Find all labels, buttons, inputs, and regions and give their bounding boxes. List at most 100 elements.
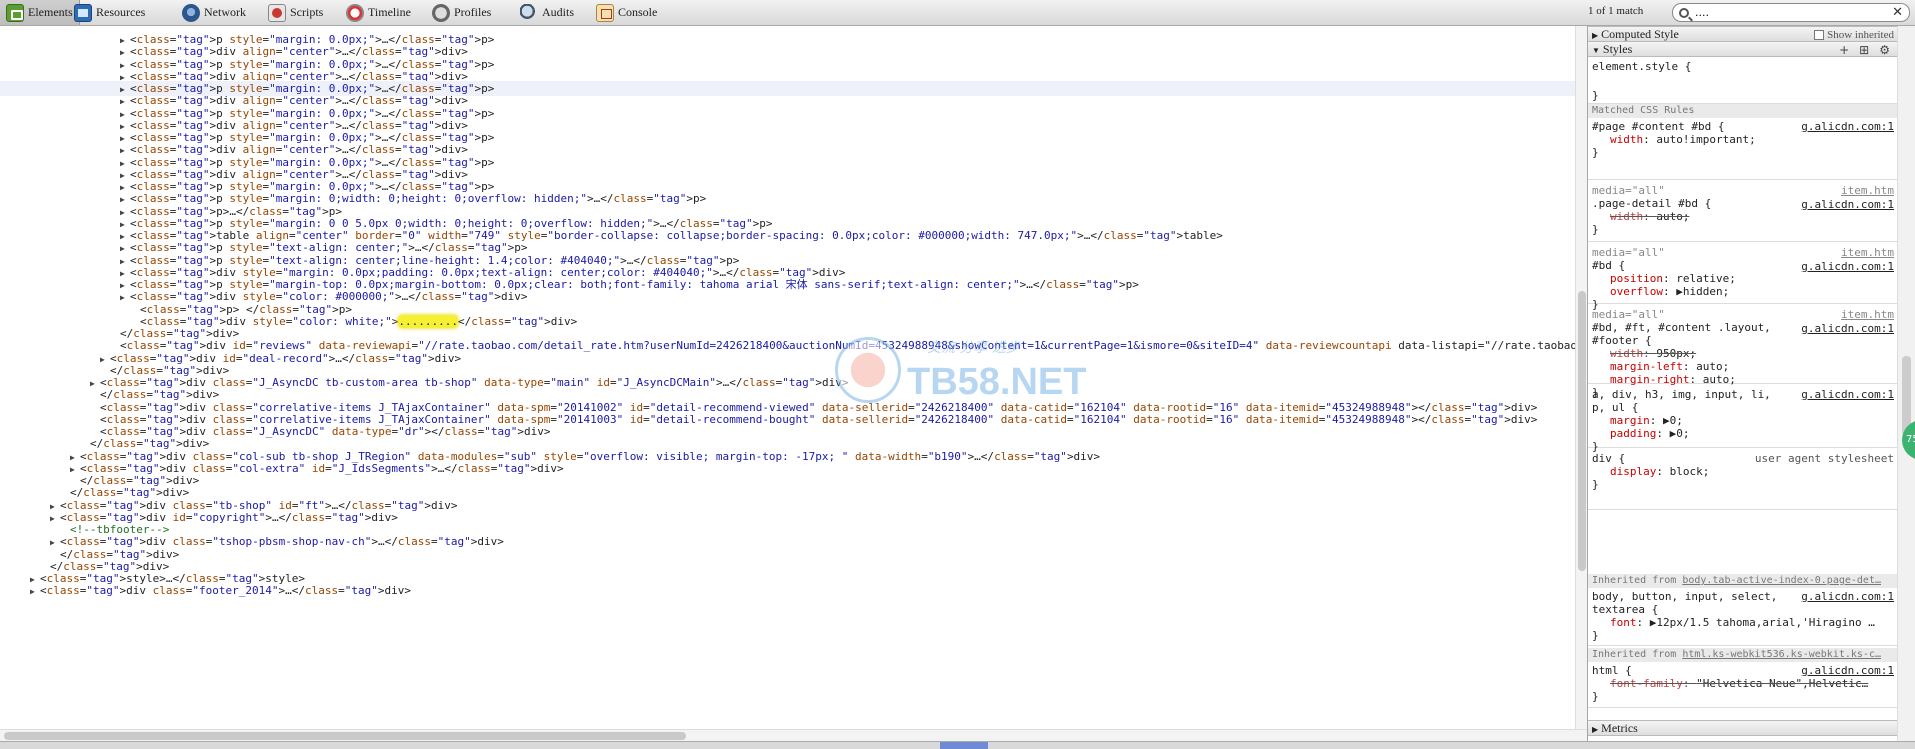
inherited-body-rule[interactable]: g.alicdn.com:1 body, button, input, sele… [1588, 588, 1897, 646]
inherited-from-html: Inherited from html.ks-webkit536.ks-webk… [1588, 648, 1897, 662]
audits-icon [520, 3, 538, 22]
user-agent-source: user agent stylesheet [1754, 452, 1894, 465]
inherited-from-body: Inherited from body.tab-active-index-0.p… [1588, 574, 1897, 588]
sidebar-scrollbar[interactable] [1897, 26, 1915, 741]
property-name[interactable]: margin-left [1610, 360, 1683, 373]
property-value[interactable]: 950px; [1656, 347, 1696, 360]
tab-audits[interactable]: Audits [514, 0, 580, 25]
rule-media-source[interactable]: item.htm [1841, 308, 1894, 321]
section-title: Styles [1602, 42, 1633, 56]
toggle-state-icon[interactable]: ⊞ [1859, 43, 1869, 57]
styles-sidebar: ▶ Computed Style Show inherited ▼ Styles +… [1587, 26, 1897, 741]
property-name[interactable]: margin-right [1610, 373, 1689, 386]
rule-source-link[interactable]: g.alicdn.com:1 [1801, 664, 1894, 677]
matched-rules-label: Matched CSS Rules [1588, 104, 1897, 118]
property-name[interactable]: width [1610, 133, 1643, 146]
css-rule[interactable]: g.alicdn.com:1 #page #content #bd {width:… [1588, 118, 1897, 180]
scroll-thumb[interactable] [4, 732, 686, 740]
inherited-html-rule[interactable]: g.alicdn.com:1 html { font-family: "Helv… [1588, 662, 1897, 708]
expand-triangle-icon: ▶ [1592, 725, 1599, 734]
search-input[interactable] [1695, 6, 1893, 19]
property-name[interactable]: width [1610, 347, 1643, 360]
inherited-source-link[interactable]: body.tab-active-index-0.page-det… [1682, 575, 1881, 586]
resources-icon [74, 3, 92, 22]
tab-profiles[interactable]: Profiles [426, 0, 497, 25]
network-icon [182, 3, 200, 22]
devtools-toolbar: Elements Resources Network Scripts Timel… [0, 0, 1915, 26]
property-value[interactable]: ▶0; [1670, 427, 1690, 440]
tab-console[interactable]: Console [590, 0, 663, 25]
timeline-icon [346, 3, 364, 22]
search-icon [1679, 7, 1689, 18]
property-name[interactable]: position [1610, 272, 1663, 285]
search-box[interactable]: ✕ [1672, 3, 1910, 22]
tab-label: Resources [96, 5, 146, 19]
dom-horizontal-scrollbar[interactable] [0, 729, 1587, 741]
property-name[interactable]: font [1610, 616, 1637, 629]
css-rule[interactable]: media="all" item.htm g.alicdn.com:1 .page-d… [1588, 182, 1897, 242]
property-value[interactable]: auto; [1703, 373, 1736, 386]
tab-label: Profiles [454, 5, 492, 19]
scripts-icon [268, 3, 286, 22]
tab-label: Scripts [290, 5, 324, 19]
tab-scripts[interactable]: Scripts [262, 0, 329, 25]
dom-node-line[interactable]: ▶ <class="tag">div class="footer_2014">…<… [0, 583, 1575, 598]
rule-selector: textarea { [1592, 603, 1659, 616]
element-style-rule[interactable]: element.style { } [1588, 58, 1897, 104]
property-name[interactable]: overflow [1610, 285, 1663, 298]
rule-source-link[interactable]: g.alicdn.com:1 [1801, 322, 1894, 335]
section-title: Computed Style [1601, 27, 1679, 41]
inherited-source-link[interactable]: html.ks-webkit536.ks-webkit.ks-c… [1682, 649, 1881, 660]
property-name[interactable]: font-family [1610, 677, 1683, 690]
css-rule[interactable]: g.alicdn.com:1 a, div, h3, img, input, li… [1588, 386, 1897, 453]
checkbox-icon[interactable] [1814, 30, 1825, 40]
rule-media-source[interactable]: item.htm [1841, 184, 1894, 197]
metrics-header[interactable]: ▶ Metrics [1588, 720, 1897, 736]
rule-close: } [1592, 690, 1599, 703]
property-name[interactable]: width [1610, 210, 1643, 223]
gear-icon[interactable]: ⚙ [1879, 43, 1890, 57]
profiles-icon [432, 3, 450, 22]
dom-vertical-scrollbar[interactable] [1575, 26, 1587, 729]
add-rule-icon[interactable]: + [1839, 43, 1849, 57]
rule-media-source[interactable]: item.htm [1841, 246, 1894, 259]
property-value[interactable]: ▶hidden; [1676, 285, 1729, 298]
elements-icon [6, 3, 24, 22]
property-name[interactable]: padding [1610, 427, 1656, 440]
property-value[interactable]: auto; [1656, 210, 1689, 223]
css-rule[interactable]: user agent stylesheet div {display: block… [1588, 450, 1897, 510]
tab-timeline[interactable]: Timeline [340, 0, 417, 25]
rule-source-link[interactable]: g.alicdn.com:1 [1801, 260, 1894, 273]
property-value[interactable]: auto; [1696, 360, 1729, 373]
tab-resources[interactable]: Resources [68, 0, 151, 25]
property-value[interactable]: ▶0; [1663, 414, 1683, 427]
property-name[interactable]: margin [1610, 414, 1650, 427]
css-rule[interactable]: media="all" item.htm g.alicdn.com:1 #bd, #f… [1588, 306, 1897, 399]
tab-label: Network [204, 5, 246, 19]
property-value[interactable]: auto!important; [1656, 133, 1755, 146]
rule-source-link[interactable]: g.alicdn.com:1 [1801, 198, 1894, 211]
dom-tree[interactable]: ▶ <class="tag">p style="margin: 0.0px;">…… [0, 26, 1575, 729]
show-inherited-toggle[interactable]: Show inherited [1814, 28, 1894, 42]
rule-selector: #footer { [1592, 334, 1652, 347]
tab-network[interactable]: Network [176, 0, 252, 25]
property-value[interactable]: block; [1670, 465, 1710, 478]
property-value[interactable]: relative; [1676, 272, 1736, 285]
rule-source-link[interactable]: g.alicdn.com:1 [1801, 388, 1894, 401]
property-value[interactable]: ▶12px/1.5 tahoma,arial,'Hiragino … [1650, 616, 1875, 629]
tab-label: Audits [542, 5, 575, 19]
console-icon [596, 3, 614, 22]
styles-header[interactable]: ▼ Styles + ⊞ ⚙ [1588, 41, 1897, 57]
property-name[interactable]: display [1610, 465, 1656, 478]
property-value[interactable]: "Helvetica Neue",Helvetic… [1696, 677, 1868, 690]
expand-triangle-icon[interactable]: ▶ [30, 584, 40, 599]
computed-style-header[interactable]: ▶ Computed Style Show inherited [1588, 26, 1897, 42]
inherited-label: Inherited from [1592, 649, 1683, 660]
expand-triangle-icon: ▶ [1592, 31, 1599, 40]
status-indicator [940, 742, 988, 749]
close-icon[interactable]: ✕ [1892, 5, 1903, 20]
scroll-thumb[interactable] [1578, 291, 1586, 571]
css-rule[interactable]: media="all" item.htm g.alicdn.com:1 #bd {po… [1588, 244, 1897, 311]
rule-source-link[interactable]: g.alicdn.com:1 [1801, 120, 1894, 133]
rule-source-link[interactable]: g.alicdn.com:1 [1801, 590, 1894, 603]
